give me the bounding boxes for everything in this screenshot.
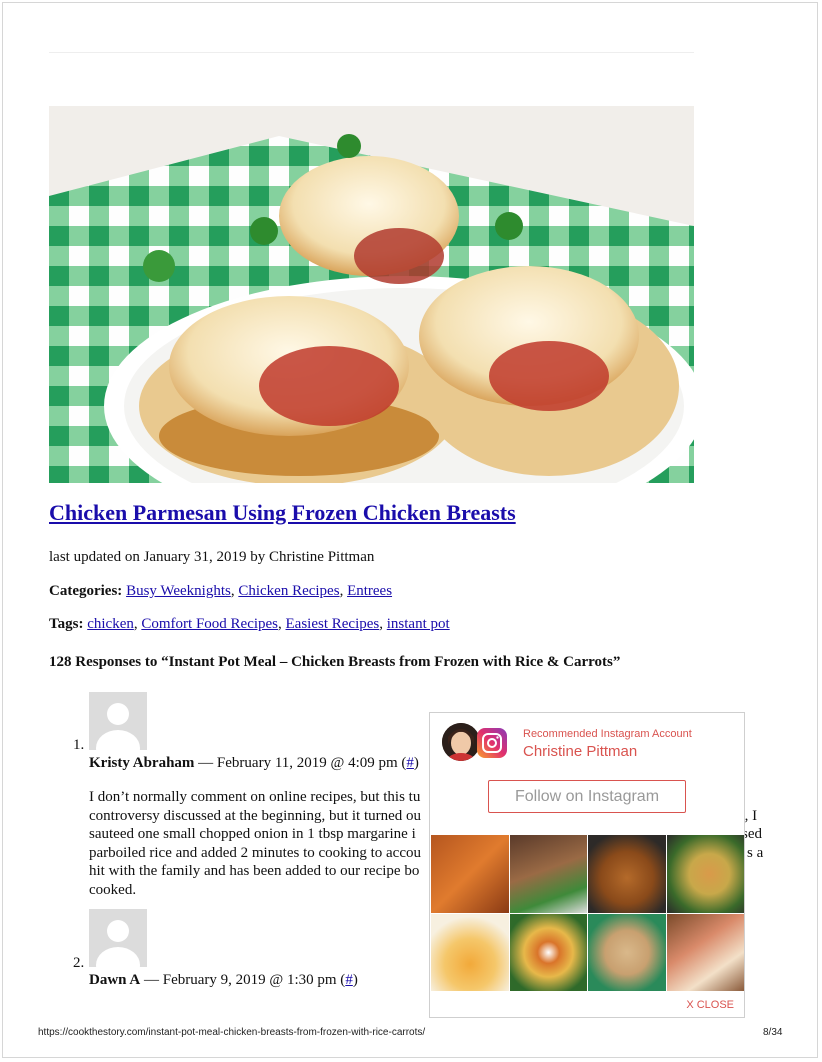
ribs-photo[interactable] bbox=[509, 835, 587, 913]
separator: , bbox=[230, 583, 235, 599]
user-avatar-icon bbox=[89, 692, 147, 750]
comment-line: controversy discussed at the beginning, … bbox=[89, 807, 422, 824]
casserole-photo[interactable] bbox=[588, 913, 666, 991]
close-popup-button[interactable]: X CLOSE bbox=[686, 999, 734, 1011]
dip-photo[interactable] bbox=[666, 835, 744, 913]
comment-line: sauteed one small chopped onion in 1 tbs… bbox=[89, 826, 416, 842]
comment-line: parboiled rice and added 2 minutes to co… bbox=[89, 844, 421, 861]
category-link[interactable]: Chicken Recipes bbox=[238, 583, 339, 599]
tag-link[interactable]: Easiest Recipes bbox=[286, 616, 380, 632]
roast-chicken-photo[interactable] bbox=[588, 835, 666, 913]
divider bbox=[49, 52, 694, 53]
post-title[interactable]: Chicken Parmesan Using Frozen Chicken Br… bbox=[49, 500, 516, 526]
instagram-popup: Recommended Instagram Account Christine … bbox=[429, 712, 745, 1018]
tag-link[interactable]: chicken bbox=[87, 616, 134, 632]
separator: , bbox=[339, 583, 344, 599]
hero-image[interactable] bbox=[49, 106, 694, 483]
comment-line-tail: s a bbox=[747, 844, 764, 861]
comment-author: Dawn A bbox=[89, 972, 141, 988]
avatar bbox=[89, 692, 147, 750]
cheese-sauce-photo[interactable] bbox=[431, 913, 509, 991]
comment-meta: Dawn A — February 9, 2019 @ 1:30 pm (#) bbox=[89, 972, 358, 989]
profile-avatar[interactable] bbox=[442, 723, 480, 761]
category-link[interactable]: Entrees bbox=[347, 583, 392, 599]
footer-url: https://cookthestory.com/instant-pot-mea… bbox=[38, 1027, 426, 1038]
comment-author: Kristy Abraham bbox=[89, 755, 195, 771]
account-name[interactable]: Christine Pittman bbox=[523, 743, 637, 760]
footer-page-number: 8/34 bbox=[763, 1027, 783, 1038]
paren: ) bbox=[352, 972, 358, 988]
tags-row: Tags: chicken, Comfort Food Recipes, Eas… bbox=[49, 616, 450, 633]
separator: , bbox=[278, 616, 282, 632]
category-link[interactable]: Busy Weeknights bbox=[126, 583, 231, 599]
comment-permalink[interactable]: # bbox=[406, 755, 414, 771]
pasta-photo[interactable] bbox=[509, 913, 587, 991]
separator: , bbox=[133, 616, 138, 632]
comment-number: 2. bbox=[73, 955, 85, 971]
tag-link[interactable]: instant pot bbox=[387, 616, 450, 632]
recommended-label: Recommended Instagram Account bbox=[523, 728, 692, 740]
tag-link[interactable]: Comfort Food Recipes bbox=[141, 616, 278, 632]
categories-label: Categories: bbox=[49, 583, 123, 599]
comment-meta: Kristy Abraham — February 11, 2019 @ 4:0… bbox=[89, 755, 419, 772]
sliders-photo[interactable] bbox=[666, 913, 744, 991]
separator: , bbox=[379, 616, 383, 632]
comment-date: — February 9, 2019 @ 1:30 pm ( bbox=[140, 972, 346, 988]
sweet-potato-photo[interactable] bbox=[431, 835, 509, 913]
post-updated: last updated on January 31, 2019 by Chri… bbox=[49, 549, 375, 565]
follow-instagram-button[interactable]: Follow on Instagram bbox=[488, 780, 686, 813]
instagram-icon bbox=[477, 728, 507, 758]
comment-date: — February 11, 2019 @ 4:09 pm ( bbox=[194, 755, 407, 771]
categories-row: Categories: Busy Weeknights, Chicken Rec… bbox=[49, 583, 392, 600]
user-avatar-icon bbox=[89, 909, 147, 967]
profile-photo-icon bbox=[442, 723, 480, 761]
comment-permalink[interactable]: # bbox=[345, 972, 353, 988]
tags-label: Tags: bbox=[49, 616, 84, 632]
paren: ) bbox=[413, 755, 419, 771]
comment-line-tail: sed bbox=[742, 826, 762, 842]
chicken-parmesan-photo bbox=[49, 106, 694, 483]
responses-heading: 128 Responses to “Instant Pot Meal – Chi… bbox=[49, 654, 621, 670]
avatar bbox=[89, 909, 147, 967]
comment-number: 1. bbox=[73, 737, 85, 753]
instagram-photo-grid bbox=[431, 835, 744, 991]
